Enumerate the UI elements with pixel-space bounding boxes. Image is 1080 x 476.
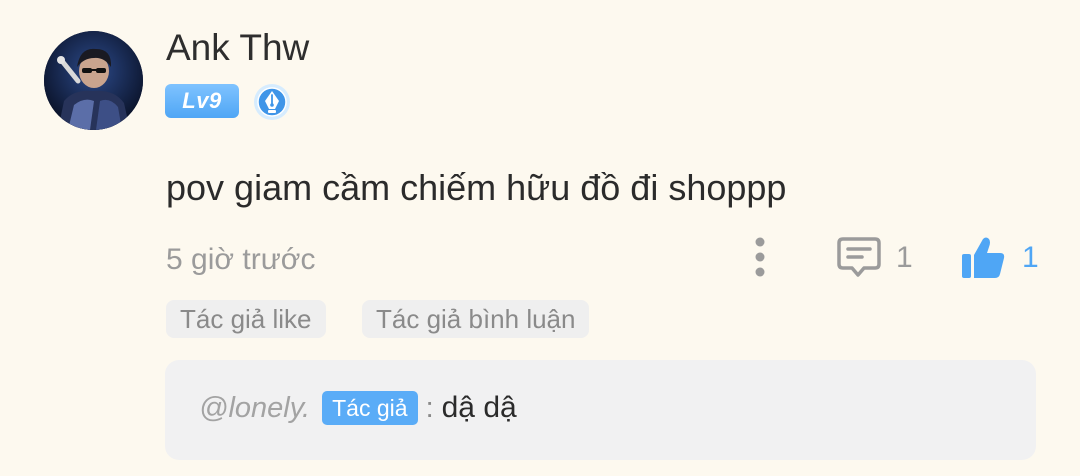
reply-button[interactable]: 1	[836, 234, 913, 282]
author-badge: Tác giả	[322, 391, 418, 425]
username[interactable]: Ank Thw	[166, 26, 309, 70]
comment-bubble-icon	[837, 237, 881, 277]
pen-nib-badge-icon	[253, 83, 291, 121]
thumbs-up-icon	[962, 237, 1005, 278]
like-button[interactable]: 1	[960, 234, 1039, 282]
reply-preview-line: @lonely. Tác giả : dậ dậ	[199, 391, 517, 425]
user-avatar[interactable]	[44, 31, 143, 130]
reply-preview[interactable]: @lonely. Tác giả : dậ dậ	[165, 360, 1036, 460]
like-count: 1	[1022, 241, 1039, 274]
reply-separator: :	[425, 391, 434, 424]
avatar-image	[44, 31, 143, 130]
reply-text: dậ dậ	[441, 391, 517, 424]
reply-count: 1	[896, 241, 913, 274]
comment-timestamp: 5 giờ trước	[166, 243, 316, 276]
author-replied-tag: Tác giả bình luận	[362, 300, 590, 338]
more-options-button[interactable]	[745, 236, 775, 278]
comment-text: pov giam cầm chiếm hữu đồ đi shoppp	[166, 167, 787, 208]
more-vertical-icon	[755, 237, 765, 277]
author-liked-tag: Tác giả like	[166, 300, 326, 338]
level-badge: Lv9	[165, 84, 239, 118]
reply-mention[interactable]: @lonely.	[199, 392, 310, 425]
